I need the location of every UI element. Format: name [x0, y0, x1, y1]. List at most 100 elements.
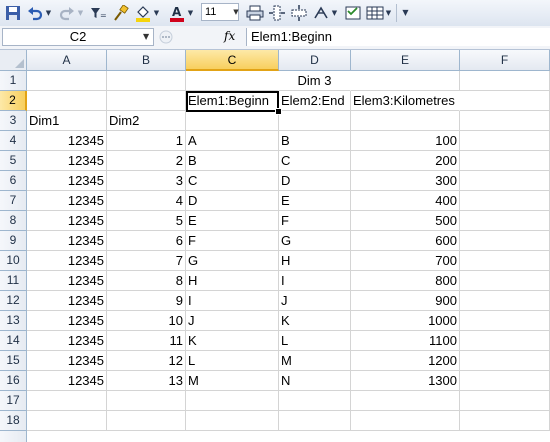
cell-d15[interactable]: M [279, 351, 351, 371]
cell-c12[interactable]: I [186, 291, 279, 311]
cell-f2[interactable] [460, 91, 550, 111]
cell-f5[interactable] [460, 151, 550, 171]
cell-c5[interactable]: B [186, 151, 279, 171]
cell-a5[interactable]: 12345 [27, 151, 107, 171]
cell-c6[interactable]: C [186, 171, 279, 191]
cell-b16[interactable]: 13 [107, 371, 186, 391]
row-header-14[interactable]: 14 [0, 331, 27, 351]
cell-a16[interactable]: 12345 [27, 371, 107, 391]
cell-d10[interactable]: H [279, 251, 351, 271]
cell-c3[interactable] [186, 111, 279, 131]
cell-b3[interactable]: Dim2 [107, 111, 186, 131]
cell-b11[interactable]: 8 [107, 271, 186, 291]
column-header-a[interactable]: A [27, 50, 107, 71]
row-header-6[interactable]: 6 [0, 171, 27, 191]
cell-d11[interactable]: I [279, 271, 351, 291]
cell-a9[interactable]: 12345 [27, 231, 107, 251]
insert-function-button[interactable]: fx [224, 29, 235, 43]
function-icon[interactable] [312, 3, 330, 22]
cell-f14[interactable] [460, 331, 550, 351]
cell-e6[interactable]: 300 [351, 171, 460, 191]
filter-icon[interactable]: = [90, 3, 108, 22]
name-box-dropdown-icon[interactable]: ▼ [143, 32, 149, 41]
cell-e12[interactable]: 900 [351, 291, 460, 311]
font-color-icon[interactable]: A [168, 3, 186, 22]
cell-d4[interactable]: B [279, 131, 351, 151]
undo-icon[interactable] [26, 3, 44, 22]
cell-a17[interactable] [27, 391, 107, 411]
cell-b5[interactable]: 2 [107, 151, 186, 171]
cell-b6[interactable]: 3 [107, 171, 186, 191]
cell-e13[interactable]: 1000 [351, 311, 460, 331]
cell-f12[interactable] [460, 291, 550, 311]
row-header-4[interactable]: 4 [0, 131, 27, 151]
cell-d6[interactable]: D [279, 171, 351, 191]
insert-column-icon[interactable] [268, 3, 286, 22]
cell-a18[interactable] [27, 411, 107, 431]
redo-dropdown-icon[interactable]: ▼ [76, 3, 85, 22]
cell-e15[interactable]: 1200 [351, 351, 460, 371]
fill-color-icon[interactable] [134, 3, 152, 22]
cell-d16[interactable]: N [279, 371, 351, 391]
row-header-18[interactable]: 18 [0, 411, 27, 431]
cell-a7[interactable]: 12345 [27, 191, 107, 211]
cell-c11[interactable]: H [186, 271, 279, 291]
cell-a12[interactable]: 12345 [27, 291, 107, 311]
cell-d7[interactable]: E [279, 191, 351, 211]
cell-c13[interactable]: J [186, 311, 279, 331]
cell-b15[interactable]: 12 [107, 351, 186, 371]
cell-a13[interactable]: 12345 [27, 311, 107, 331]
undo-dropdown-icon[interactable]: ▼ [44, 3, 53, 22]
cell-d8[interactable]: F [279, 211, 351, 231]
name-box[interactable]: C2 [2, 28, 154, 46]
row-header-5[interactable]: 5 [0, 151, 27, 171]
row-header-1[interactable]: 1 [0, 71, 27, 91]
cell-a11[interactable]: 12345 [27, 271, 107, 291]
cell-f18[interactable] [460, 411, 550, 431]
cell-a15[interactable]: 12345 [27, 351, 107, 371]
cell-e16[interactable]: 1300 [351, 371, 460, 391]
cell-c18[interactable] [186, 411, 279, 431]
cell-f3[interactable] [460, 111, 550, 131]
cell-c8[interactable]: E [186, 211, 279, 231]
cell-a10[interactable]: 12345 [27, 251, 107, 271]
cell-e17[interactable] [351, 391, 460, 411]
format-painter-icon[interactable] [112, 3, 130, 22]
cell-d1[interactable]: Dim 3 [279, 71, 351, 91]
cell-f15[interactable] [460, 351, 550, 371]
cell-a6[interactable]: 12345 [27, 171, 107, 191]
cell-d13[interactable]: K [279, 311, 351, 331]
table-icon[interactable] [366, 3, 384, 22]
cell-e9[interactable]: 600 [351, 231, 460, 251]
cell-a1[interactable] [27, 71, 107, 91]
column-header-b[interactable]: B [107, 50, 186, 71]
cell-e8[interactable]: 500 [351, 211, 460, 231]
cell-c17[interactable] [186, 391, 279, 411]
row-header-12[interactable]: 12 [0, 291, 27, 311]
row-header-16[interactable]: 16 [0, 371, 27, 391]
cell-e7[interactable]: 400 [351, 191, 460, 211]
cell-e5[interactable]: 200 [351, 151, 460, 171]
cell-d14[interactable]: L [279, 331, 351, 351]
row-header-13[interactable]: 13 [0, 311, 27, 331]
cell-b7[interactable]: 4 [107, 191, 186, 211]
cell-f13[interactable] [460, 311, 550, 331]
cell-e10[interactable]: 700 [351, 251, 460, 271]
cell-a8[interactable]: 12345 [27, 211, 107, 231]
cell-f11[interactable] [460, 271, 550, 291]
cell-d17[interactable] [279, 391, 351, 411]
row-header-15[interactable]: 15 [0, 351, 27, 371]
fill-color-dropdown-icon[interactable]: ▼ [152, 3, 161, 22]
cell-b18[interactable] [107, 411, 186, 431]
cell-f1[interactable] [460, 71, 550, 91]
row-header-2[interactable]: 2 [0, 91, 27, 111]
cell-f7[interactable] [460, 191, 550, 211]
cell-b14[interactable]: 11 [107, 331, 186, 351]
cell-e4[interactable]: 100 [351, 131, 460, 151]
cell-e3[interactable] [351, 111, 460, 131]
cell-c15[interactable]: L [186, 351, 279, 371]
cell-d9[interactable]: G [279, 231, 351, 251]
cell-f9[interactable] [460, 231, 550, 251]
row-header-11[interactable]: 11 [0, 271, 27, 291]
table-dropdown-icon[interactable]: ▼ [384, 3, 393, 22]
